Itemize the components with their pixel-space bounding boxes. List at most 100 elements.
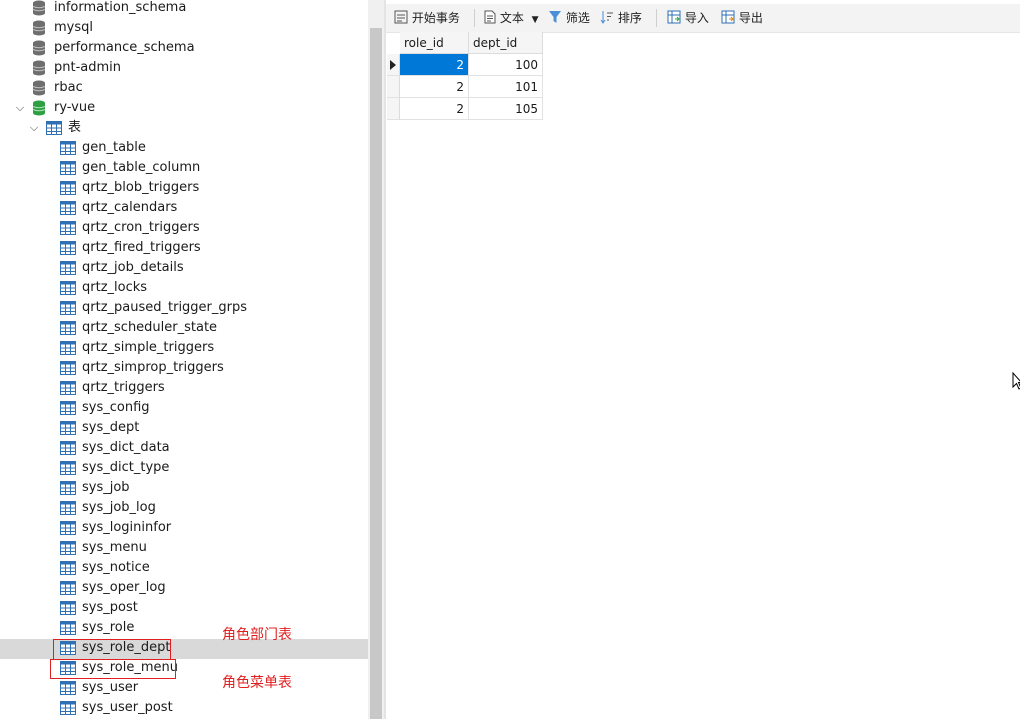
grid-cell-role-id[interactable]: 2 bbox=[400, 54, 469, 76]
tree-table-label: sys_dict_data bbox=[82, 440, 170, 455]
tree-table-sys-role[interactable]: sys_role bbox=[0, 618, 368, 638]
tree-table-qrtz-job-details[interactable]: qrtz_job_details bbox=[0, 258, 368, 278]
tree-table-label: sys_role bbox=[82, 620, 135, 635]
tree-table-qrtz-paused-trigger-grps[interactable]: qrtz_paused_trigger_grps bbox=[0, 298, 368, 318]
tree-table-sys-dict-data[interactable]: sys_dict_data bbox=[0, 438, 368, 458]
tree-table-label: sys_logininfor bbox=[82, 520, 172, 535]
grid-cell-role-id[interactable]: 2 bbox=[400, 98, 469, 120]
table-icon bbox=[60, 161, 76, 175]
toolbar-separator bbox=[656, 9, 657, 27]
tree-table-label: sys_user bbox=[82, 680, 139, 695]
tree-table-qrtz-cron-triggers[interactable]: qrtz_cron_triggers bbox=[0, 218, 368, 238]
highlight-box-role-dept bbox=[53, 639, 171, 660]
tree-table-label: sys_dept bbox=[82, 420, 140, 435]
tree-table-sys-logininfor[interactable]: sys_logininfor bbox=[0, 518, 368, 538]
tree-table-qrtz-fired-triggers[interactable]: qrtz_fired_triggers bbox=[0, 238, 368, 258]
table-icon bbox=[60, 481, 76, 495]
tree-table-qrtz-blob-triggers[interactable]: qrtz_blob_triggers bbox=[0, 178, 368, 198]
table-icon bbox=[60, 321, 76, 335]
sort-button[interactable]: 排序 bbox=[600, 8, 642, 28]
grid-cell-dept-id[interactable]: 101 bbox=[469, 76, 543, 98]
table-icon bbox=[60, 581, 76, 595]
chevron-down-icon[interactable]: ⌵ bbox=[14, 98, 26, 118]
tree-table-sys-notice[interactable]: sys_notice bbox=[0, 558, 368, 578]
tree-db-label: information_schema bbox=[54, 0, 187, 15]
filter-icon bbox=[549, 11, 561, 23]
import-button[interactable]: 导入 bbox=[667, 8, 709, 28]
tree-db-performance-schema[interactable]: performance_schema bbox=[0, 38, 368, 58]
pane-divider[interactable] bbox=[384, 0, 386, 719]
tree-table-sys-menu[interactable]: sys_menu bbox=[0, 538, 368, 558]
tree-table-sys-post[interactable]: sys_post bbox=[0, 598, 368, 618]
tree-table-label: sys_job bbox=[82, 480, 130, 495]
tree-table-sys-user[interactable]: sys_user bbox=[0, 678, 368, 698]
tree-db-mysql[interactable]: mysql bbox=[0, 18, 368, 38]
row-indicator[interactable] bbox=[387, 76, 400, 98]
tree-table-sys-job-log[interactable]: sys_job_log bbox=[0, 498, 368, 518]
navigator-tree: information_schema mysql performance_sch… bbox=[0, 0, 368, 719]
tree-table-qrtz-calendars[interactable]: qrtz_calendars bbox=[0, 198, 368, 218]
tree-table-label: qrtz_simple_triggers bbox=[82, 340, 215, 355]
tree-table-gen-table[interactable]: gen_table bbox=[0, 138, 368, 158]
sidebar-scrollbar-thumb[interactable] bbox=[370, 28, 382, 719]
tree-table-qrtz-triggers[interactable]: qrtz_triggers bbox=[0, 378, 368, 398]
tree-table-sys-config[interactable]: sys_config bbox=[0, 398, 368, 418]
tree-table-sys-oper-log[interactable]: sys_oper_log bbox=[0, 578, 368, 598]
text-view-button[interactable]: 文本 ▼ bbox=[484, 8, 539, 28]
tree-table-label: gen_table_column bbox=[82, 160, 201, 175]
tree-table-label: sys_oper_log bbox=[82, 580, 166, 595]
annotation-role-dept: 角色部门表 bbox=[222, 627, 292, 643]
tree-table-qrtz-locks[interactable]: qrtz_locks bbox=[0, 278, 368, 298]
table-icon bbox=[60, 461, 76, 475]
tree-folder-tables[interactable]: ⌵ 表 bbox=[0, 118, 368, 138]
import-icon bbox=[667, 10, 681, 24]
sort-label: 排序 bbox=[617, 11, 642, 25]
mouse-cursor-icon bbox=[1012, 371, 1020, 394]
tree-db-information-schema[interactable]: information_schema bbox=[0, 0, 368, 18]
database-icon bbox=[32, 60, 46, 76]
tree-db-label: rbac bbox=[54, 80, 83, 95]
import-label: 导入 bbox=[684, 11, 709, 25]
table-icon bbox=[60, 421, 76, 435]
tree-db-pnt-admin[interactable]: pnt-admin bbox=[0, 58, 368, 78]
tree-table-qrtz-simprop-triggers[interactable]: qrtz_simprop_triggers bbox=[0, 358, 368, 378]
tree-table-gen-table-column[interactable]: gen_table_column bbox=[0, 158, 368, 178]
column-header-role-id[interactable]: role_id bbox=[400, 32, 469, 54]
tree-db-rbac[interactable]: rbac bbox=[0, 78, 368, 98]
chevron-down-icon[interactable]: ⌵ bbox=[28, 118, 40, 138]
toolbar-separator bbox=[474, 9, 475, 27]
tree-table-qrtz-simple-triggers[interactable]: qrtz_simple_triggers bbox=[0, 338, 368, 358]
tree-table-sys-dept[interactable]: sys_dept bbox=[0, 418, 368, 438]
table-icon bbox=[60, 601, 76, 615]
tree-table-sys-dict-type[interactable]: sys_dict_type bbox=[0, 458, 368, 478]
database-icon bbox=[32, 0, 46, 16]
tree-table-label: qrtz_calendars bbox=[82, 200, 178, 215]
begin-transaction-button[interactable]: 开始事务 bbox=[394, 8, 460, 28]
grid-cell-role-id[interactable]: 2 bbox=[400, 76, 469, 98]
filter-button[interactable]: 筛选 bbox=[548, 8, 590, 28]
export-label: 导出 bbox=[738, 11, 763, 25]
dropdown-arrow-icon[interactable]: ▼ bbox=[532, 15, 539, 25]
tree-table-label: sys_post bbox=[82, 600, 138, 615]
table-icon bbox=[60, 441, 76, 455]
document-icon bbox=[484, 10, 496, 24]
column-header-dept-id[interactable]: dept_id bbox=[469, 32, 543, 54]
tree-table-label: sys_job_log bbox=[82, 500, 156, 515]
tree-table-sys-job[interactable]: sys_job bbox=[0, 478, 368, 498]
tree-table-qrtz-scheduler-state[interactable]: qrtz_scheduler_state bbox=[0, 318, 368, 338]
tree-db-ry-vue[interactable]: ⌵ ry-vue bbox=[0, 98, 368, 118]
table-icon bbox=[60, 141, 76, 155]
tree-table-label: qrtz_locks bbox=[82, 280, 148, 295]
grid-cell-dept-id[interactable]: 105 bbox=[469, 98, 543, 120]
table-icon bbox=[60, 281, 76, 295]
table-icon bbox=[60, 181, 76, 195]
row-indicator[interactable] bbox=[387, 98, 400, 120]
row-indicator-current[interactable] bbox=[387, 54, 400, 76]
tree-table-label: qrtz_blob_triggers bbox=[82, 180, 200, 195]
tree-table-label: qrtz_cron_triggers bbox=[82, 220, 200, 235]
data-toolbar: 开始事务 文本 ▼ 筛选 排序 导入 导出 bbox=[386, 4, 1020, 33]
grid-cell-dept-id[interactable]: 100 bbox=[469, 54, 543, 76]
highlight-box-role-menu bbox=[50, 659, 176, 679]
export-button[interactable]: 导出 bbox=[721, 8, 763, 28]
tree-table-sys-user-post[interactable]: sys_user_post bbox=[0, 698, 368, 718]
